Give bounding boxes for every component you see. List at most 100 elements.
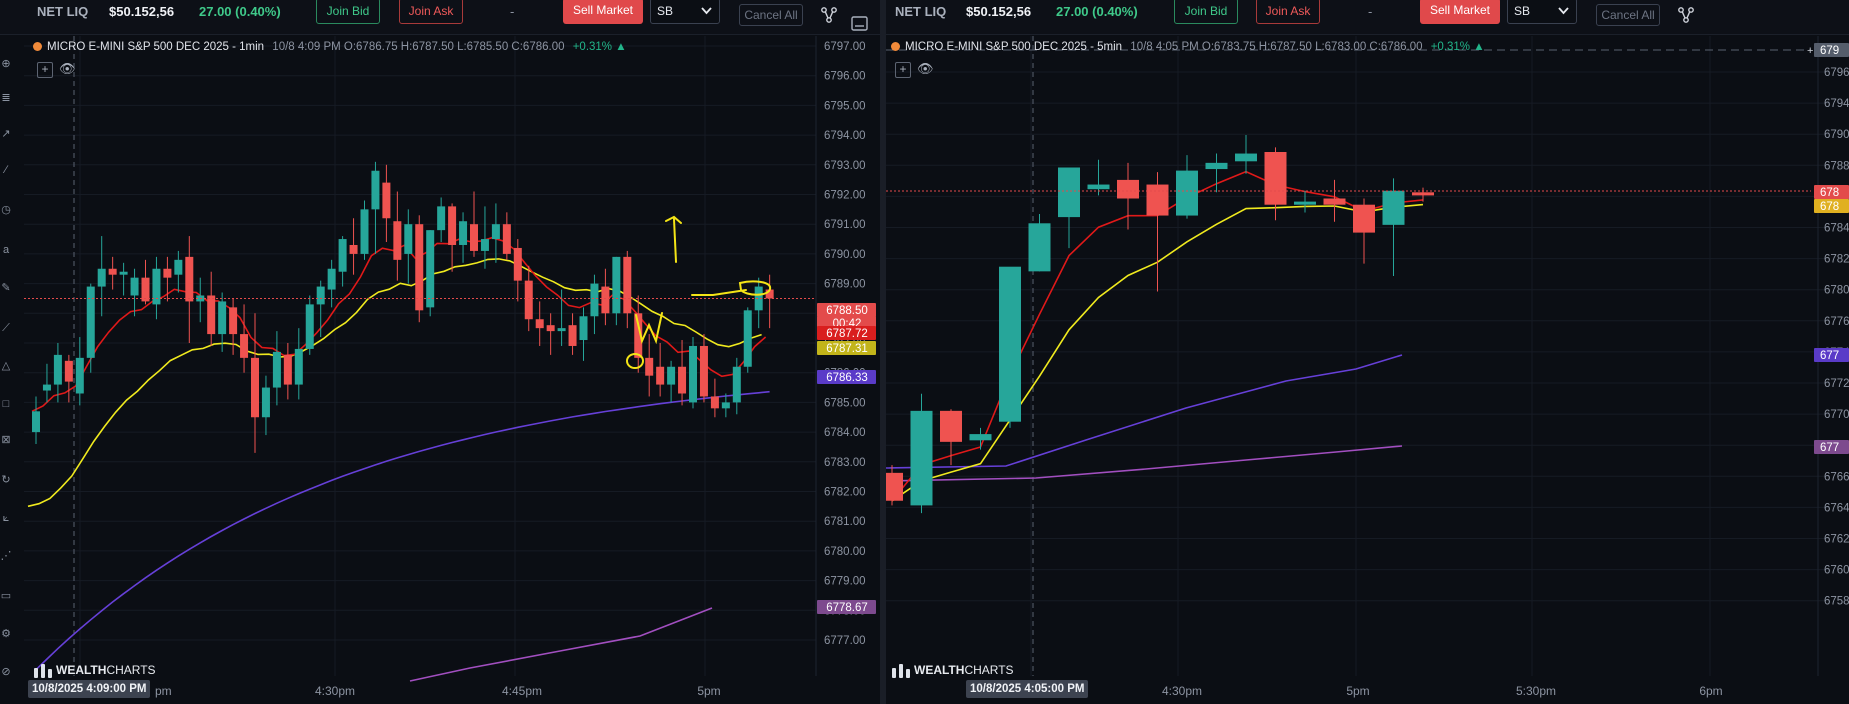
candle-body [656,366,665,385]
logo-icon [34,664,52,678]
candle-body [261,387,270,418]
chart-plot-5min[interactable]: 6796679467906788678667846782678067766774… [886,0,1849,704]
candle-body [1412,192,1434,196]
y-tick-label: 6784.00 [824,427,866,439]
y-tick-label: 6764 [1824,502,1849,514]
y-tick-label: 6794 [1824,98,1849,110]
candle-body [1117,179,1139,199]
candle-body [141,277,150,302]
y-tick-label: 6796 [1824,67,1849,79]
candle-body [437,206,446,231]
candle-body [251,357,259,418]
triangle-up-icon: ▲ [1473,41,1485,53]
wealthcharts-logo: WEALTHCHARTS [891,661,1014,679]
y-tick-label: 6793.00 [824,160,866,172]
change-percent: +0.31% [572,41,613,53]
price-tag-label: 678 [1820,187,1839,199]
add-indicator-icon[interactable]: + [37,62,53,78]
sma-very-long-line [409,607,713,682]
logo-text-thin: CHARTS [964,663,1014,677]
y-tick-label: 6777.00 [824,635,866,647]
candle-body [349,244,358,254]
candle-body [75,357,84,394]
candle-body [185,256,194,302]
chart-panel-5min[interactable]: NET LIQ $50.152,56 27.00 (0.40%) Join Bi… [886,0,1849,704]
eye-icon[interactable]: 👁 [917,62,934,76]
candle-body [480,239,489,251]
x-tick-label: 5pm [697,684,720,698]
price-tag-label: 677 [1820,350,1839,362]
candle-body [174,259,183,275]
candle-body [535,319,544,329]
candle-body [743,310,752,367]
candle-body [623,256,632,314]
y-tick-label: 6785.00 [824,397,866,409]
candle-body [491,224,500,240]
candle-body [502,224,511,254]
candle-body [130,277,139,296]
add-indicator-icon[interactable]: + [895,62,911,78]
candle-body [152,268,161,305]
legend-tools: + 👁 [37,62,79,78]
candle-body [1058,167,1080,218]
candle-body [426,230,435,308]
y-tick-label: 6780.00 [824,546,866,558]
y-tick-label: 6791.00 [824,219,866,231]
ema-slow-line [27,258,762,508]
x-tick-label-partial: pm [155,684,172,698]
chart-legend: MICRO E-MINI S&P 500 DEC 2025 - 5min 10/… [891,41,1485,57]
chart-plot-1min[interactable]: 6797.00 6796.00 6795.00 6794.00 6793.00 6792.… [0,0,880,704]
candle-body [557,328,566,332]
y-tick-label: 6762 [1824,534,1849,546]
y-tick-label: 6792.00 [824,190,866,202]
candle-body [294,348,303,385]
y-tick-label: 6780 [1824,285,1849,297]
logo-text-bold: WEALTH [56,663,107,677]
candle-body [601,286,610,314]
candle-body [667,366,676,385]
y-tick-label: 6766 [1824,471,1849,483]
candle-body [886,472,903,501]
eye-icon[interactable]: 👁 [59,62,76,76]
candle-body [108,268,117,275]
candle-body [316,286,325,305]
candle-body [86,286,95,358]
candle-body [207,295,216,335]
y-tick-label: 6796.00 [824,71,866,83]
candle-body [546,325,555,332]
candle-body [382,182,391,219]
candle-body [1235,153,1257,162]
candle-body [721,402,730,409]
chart-panel-1min[interactable]: NET LIQ $50.152,56 27.00 (0.40%) Join Bi… [0,0,880,704]
change-percent: +0.31% [1430,41,1471,53]
candle-body [53,354,62,385]
candle-body [689,345,697,403]
chart-legend: MICRO E-MINI S&P 500 DEC 2025 - 1min 10/… [33,41,627,57]
price-tag-label: 679 [1820,45,1839,57]
cursor-time-label: 10/8/2025 4:09:00 PM [28,680,151,698]
candle-body [999,266,1021,422]
candle-body [470,224,478,251]
candle-body [1294,201,1316,205]
candle-body [1353,204,1375,233]
candle-body [338,239,347,272]
candle-body [940,410,962,442]
y-tick-label: 6770 [1824,409,1849,421]
cursor-time-label: 10/8/2025 4:05:00 PM [966,680,1089,698]
candle-body [710,396,719,409]
candle-body [360,209,369,254]
y-tick-label: 6795.00 [824,100,866,112]
candle-body [163,268,172,278]
candle-body [272,351,281,388]
candle-body [327,268,336,290]
y-tick-label: 6779.00 [824,576,866,588]
candle-body [969,434,992,441]
candle-body [305,304,314,349]
candle-body [732,366,741,403]
y-tick-label: 6789.00 [824,279,866,291]
y-tick-label: 6781.00 [824,516,866,528]
candle-body [283,354,292,385]
y-tick-label: 6772 [1824,378,1849,390]
candle-body [1146,184,1169,216]
candle-body [513,247,522,281]
